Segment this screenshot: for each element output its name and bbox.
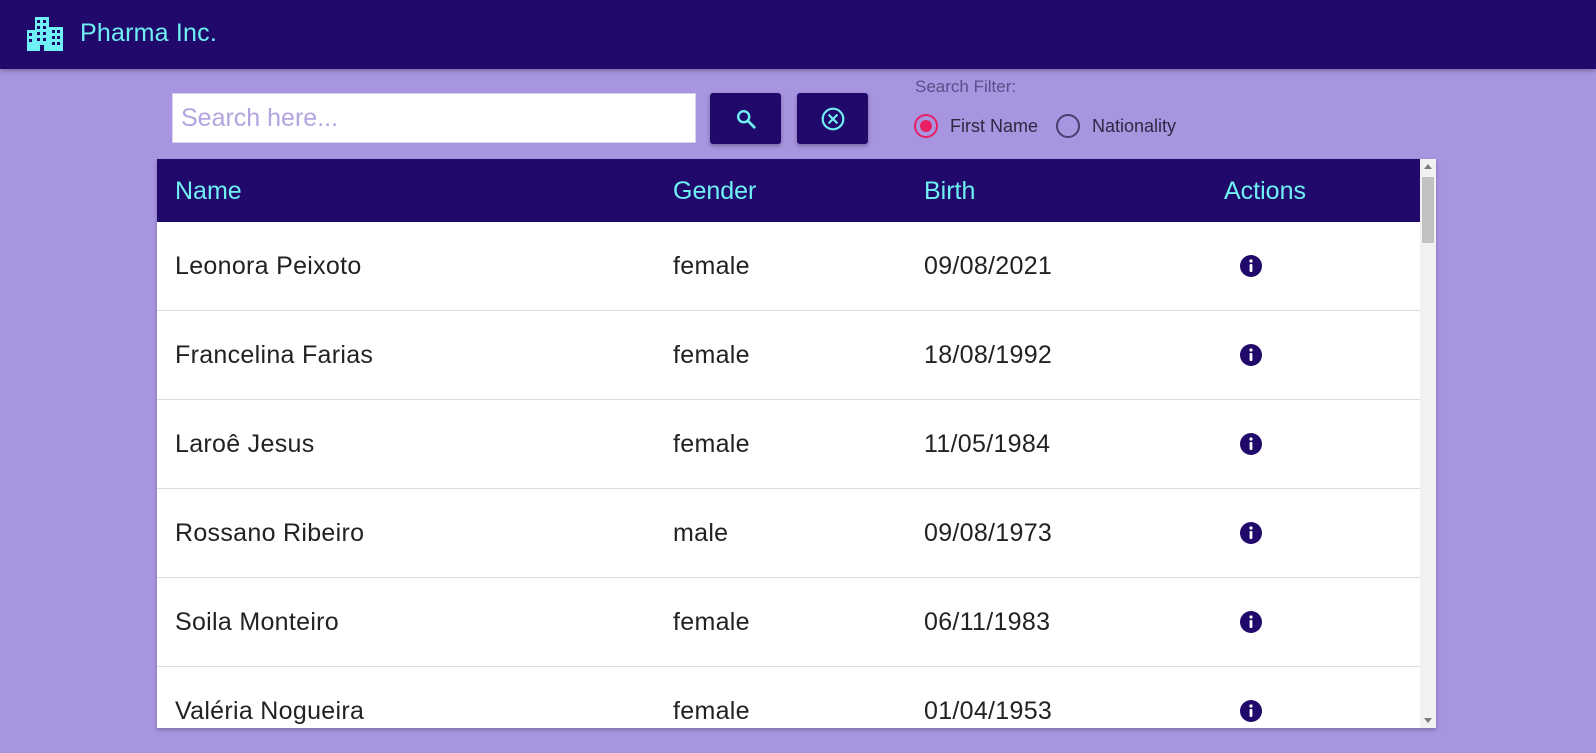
cell-birth: 01/04/1953 (924, 697, 1053, 725)
cell-gender: female (673, 697, 750, 725)
cell-birth: 11/05/1984 (924, 430, 1051, 458)
circle-x-icon (821, 107, 844, 130)
magnifier-icon (736, 109, 756, 129)
cell-gender: female (673, 608, 750, 636)
radio-first-name[interactable]: First Name (914, 114, 1038, 138)
cell-gender: female (673, 341, 750, 369)
cell-name: Francelina Farias (175, 341, 374, 369)
patients-table: Name Gender Birth Actions Leonora Peixot… (157, 159, 1436, 728)
search-filter-label: Search Filter: (915, 77, 1017, 96)
header-name[interactable]: Name (175, 177, 242, 206)
radio-unchecked-icon[interactable] (1056, 114, 1081, 138)
scroll-down-arrow-icon[interactable] (1424, 718, 1432, 723)
cell-gender: female (673, 430, 750, 458)
search-button[interactable] (710, 93, 781, 144)
table-scrollbar[interactable] (1420, 159, 1436, 728)
scroll-thumb[interactable] (1422, 177, 1434, 243)
info-circle-icon[interactable] (1239, 254, 1263, 278)
cell-name: Laroê Jesus (175, 430, 315, 458)
radio-nationality[interactable]: Nationality (1056, 114, 1176, 138)
cell-gender: female (673, 252, 750, 280)
info-circle-icon[interactable] (1239, 610, 1263, 634)
search-filter-radio-group: First Name Nationality (914, 114, 1194, 138)
table-row: Rossano Ribeiro male 09/08/1973 (157, 489, 1420, 578)
cell-name: Leonora Peixoto (175, 252, 362, 280)
info-circle-icon[interactable] (1239, 432, 1263, 456)
info-circle-icon[interactable] (1239, 521, 1263, 545)
table-row: Francelina Farias female 18/08/1992 (157, 311, 1420, 400)
table-row: Valéria Nogueira female 01/04/1953 (157, 667, 1420, 728)
header-actions: Actions (1224, 177, 1306, 205)
app-title: Pharma Inc. (80, 19, 217, 47)
header-gender[interactable]: Gender (673, 177, 756, 206)
clear-search-button[interactable] (797, 93, 868, 144)
table-row: Soila Monteiro female 06/11/1983 (157, 578, 1420, 667)
radio-label-first-name: First Name (950, 115, 1039, 136)
table-header: Name Gender Birth Actions (157, 159, 1420, 222)
info-circle-icon[interactable] (1239, 699, 1263, 723)
header-birth[interactable]: Birth (924, 177, 975, 206)
radio-label-nationality: Nationality (1092, 115, 1177, 136)
scroll-up-arrow-icon[interactable] (1424, 164, 1432, 169)
info-circle-icon[interactable] (1239, 343, 1263, 367)
search-input[interactable] (172, 93, 696, 143)
cell-birth: 09/08/2021 (924, 252, 1053, 280)
radio-checked-icon[interactable] (914, 114, 938, 138)
cell-birth: 06/11/1983 (924, 608, 1051, 636)
table-row: Laroê Jesus female 11/05/1984 (157, 400, 1420, 489)
app-bar: Pharma Inc. (0, 0, 1596, 69)
cell-name: Valéria Nogueira (175, 697, 365, 725)
cell-name: Rossano Ribeiro (175, 519, 365, 547)
table-row: Leonora Peixoto female 09/08/2021 (157, 222, 1420, 311)
building-icon (27, 17, 63, 51)
cell-name: Soila Monteiro (175, 608, 340, 636)
cell-gender: male (673, 519, 729, 547)
cell-birth: 09/08/1973 (924, 519, 1053, 547)
cell-birth: 18/08/1992 (924, 341, 1053, 369)
